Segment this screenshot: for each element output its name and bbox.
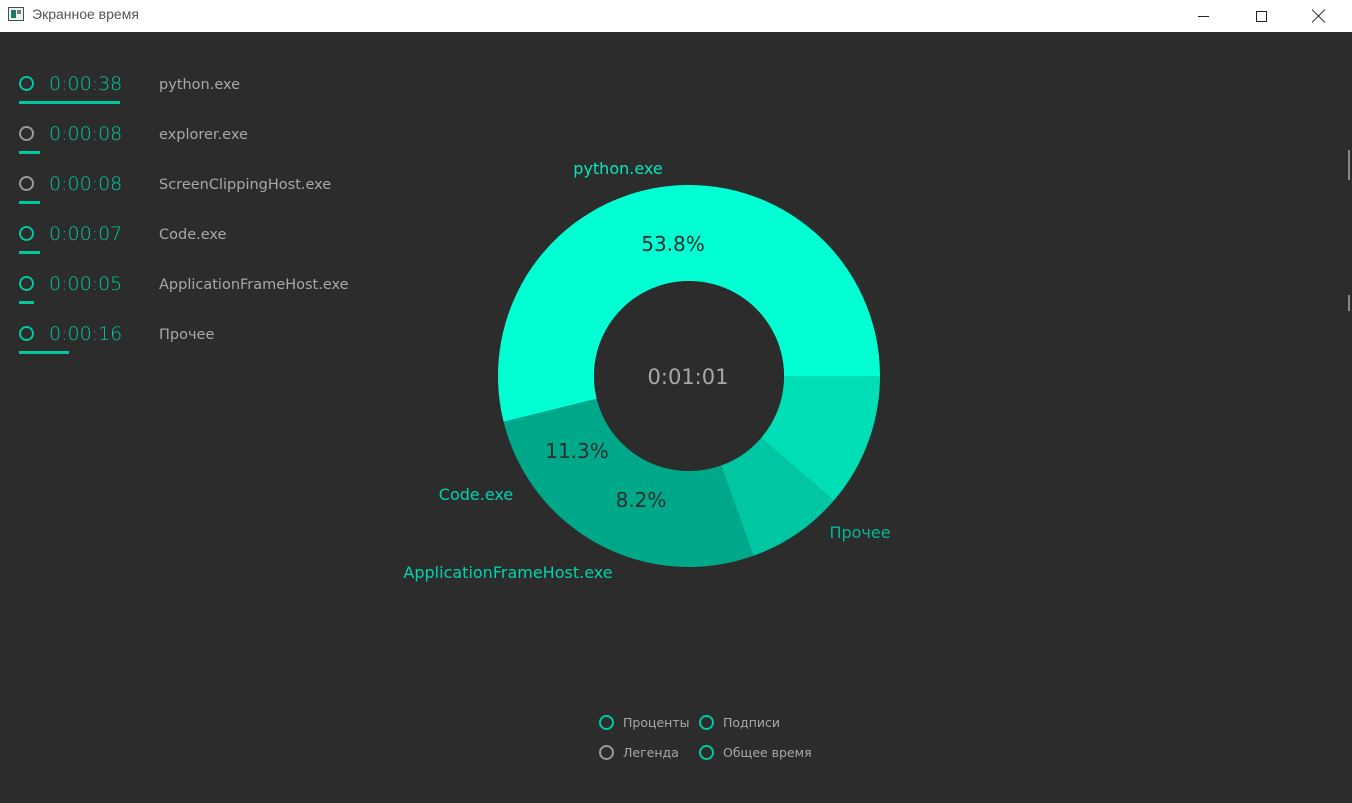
slice-percent-label: 11.3% [545,439,609,463]
option-label: Легенда [623,745,679,760]
total-time-label: 0:01:01 [648,365,729,389]
option-label: Подписи [723,715,780,730]
option-label: Проценты [623,715,690,730]
window-edge-mark [1348,295,1350,311]
slice-name-label: Прочее [829,523,890,542]
usage-donut-chart: 53.8%python.exe26.6%Прочее8.2%Applicatio… [403,159,890,582]
option-label: Общее время [723,745,812,760]
slice-name-label: python.exe [573,159,662,178]
window-edge-mark [1348,150,1350,180]
slice-percent-label: 8.2% [616,488,667,512]
slice-name-label: ApplicationFrameHost.exe [403,563,612,582]
option-radio[interactable] [599,745,614,760]
option-radio[interactable] [599,715,614,730]
slice-percent-label: 53.8% [641,232,705,256]
slice-name-label: Code.exe [439,485,513,504]
option-radio[interactable] [699,745,714,760]
option-radio[interactable] [699,715,714,730]
